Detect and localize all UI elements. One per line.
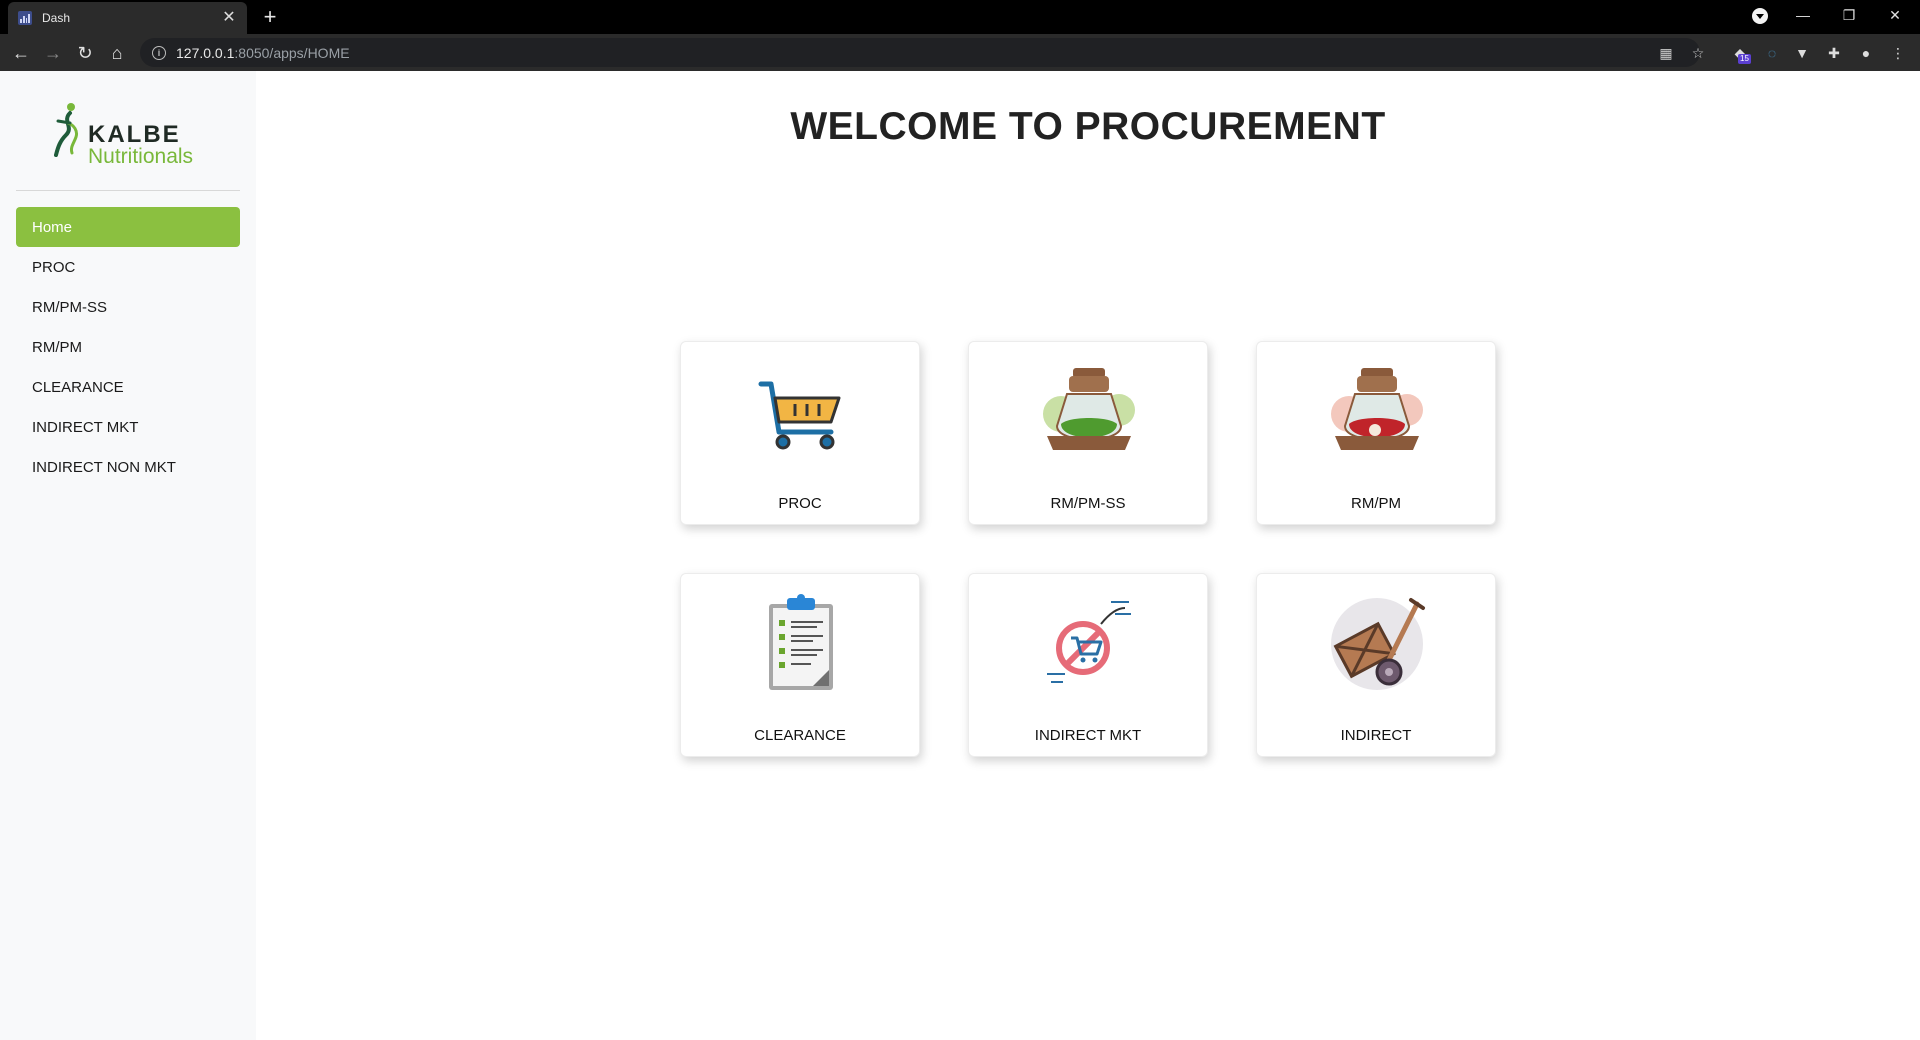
forward-icon[interactable]: →	[40, 40, 66, 66]
card-proc-label: PROC	[778, 495, 822, 512]
kalbe-logo: KALBE Nutritionals	[52, 101, 212, 173]
kalbe-figure-icon	[54, 103, 78, 157]
address-bar[interactable]: i 127.0.0.1:8050/apps/HOME ▦ ☆	[140, 38, 1704, 67]
new-tab-icon[interactable]: +	[259, 6, 281, 28]
browser-toolbar: ← → ↻ ⌂ i 127.0.0.1:8050/apps/HOME ▦ ☆ ◆…	[0, 34, 1920, 71]
card-indirect-mkt-label: INDIRECT MKT	[1034, 727, 1142, 744]
url-path: :8050/apps/HOME	[234, 44, 350, 61]
sidebar-item-rm-pm-ss[interactable]: RM/PM-SS	[16, 287, 240, 327]
restore-icon[interactable]: ❐	[1826, 0, 1872, 30]
reload-icon[interactable]: ↻	[72, 40, 98, 66]
card-indirect[interactable]: INDIRECT	[1256, 573, 1496, 757]
bookmark-star-icon[interactable]: ☆	[1690, 45, 1706, 61]
card-rm-pm[interactable]: RM/PM	[1256, 341, 1496, 525]
url-host: 127.0.0.1	[176, 44, 235, 61]
tab-close-icon[interactable]: ✕	[221, 10, 237, 26]
profile-avatar-icon[interactable]: ●	[1856, 43, 1876, 63]
sidebar-nav: Home PROC RM/PM-SS RM/PM CLEARANCE INDIR…	[16, 207, 240, 487]
browser-menu-icon[interactable]: ⋮	[1888, 43, 1908, 63]
browser-tab[interactable]: Dash ✕	[8, 2, 247, 34]
extensions-puzzle-icon[interactable]: ✚	[1824, 43, 1844, 63]
sidebar-item-home[interactable]: Home	[16, 207, 240, 247]
sidebar-item-indirect-non-mkt[interactable]: INDIRECT NON MKT	[16, 447, 240, 487]
card-clearance-label: CLEARANCE	[754, 727, 846, 744]
sidebar-item-proc[interactable]: PROC	[16, 247, 240, 287]
tab-title: Dash	[42, 11, 71, 25]
dash-favicon-icon	[18, 11, 32, 25]
card-clearance[interactable]: CLEARANCE	[680, 573, 920, 757]
page-title: WELCOME TO PROCUREMENT	[790, 105, 1386, 148]
browser-tabstrip: Dash ✕ + — ❐ ✕	[0, 0, 1920, 34]
extension-v-icon[interactable]: ▼	[1792, 43, 1812, 63]
red-spice-jar-icon	[1331, 368, 1423, 450]
media-control-icon[interactable]	[1752, 8, 1768, 24]
sidebar-item-clearance[interactable]: CLEARANCE	[16, 367, 240, 407]
sidebar-divider	[16, 190, 240, 191]
card-rm-pm-ss-label: RM/PM-SS	[1050, 495, 1126, 512]
card-indirect-label: INDIRECT	[1340, 727, 1412, 744]
shopping-cart-icon	[758, 381, 841, 450]
sidebar-item-rm-pm[interactable]: RM/PM	[16, 327, 240, 367]
extension-swirl-icon[interactable]: ◌	[1762, 43, 1782, 63]
extension-badge: 15	[1738, 54, 1751, 64]
main-content: WELCOME TO PROCUREMENT PROC RM/PM-SS RM/…	[256, 71, 1920, 1040]
back-icon[interactable]: ←	[8, 40, 34, 66]
sidebar-item-indirect-mkt[interactable]: INDIRECT MKT	[16, 407, 240, 447]
home-icon[interactable]: ⌂	[104, 40, 130, 66]
sidebar: KALBE Nutritionals Home PROC RM/PM-SS RM…	[0, 71, 256, 1040]
card-indirect-mkt[interactable]: INDIRECT MKT	[968, 573, 1208, 757]
clipboard-checklist-icon	[769, 594, 833, 690]
qr-code-icon[interactable]: ▦	[1658, 45, 1674, 61]
hand-truck-icon	[1331, 598, 1425, 690]
card-rm-pm-label: RM/PM	[1351, 495, 1401, 512]
green-spice-jar-icon	[1043, 368, 1135, 450]
card-rm-pm-ss[interactable]: RM/PM-SS	[968, 341, 1208, 525]
card-proc[interactable]: PROC	[680, 341, 920, 525]
fast-cart-icon	[1047, 601, 1131, 683]
minimize-icon[interactable]: —	[1780, 0, 1826, 30]
site-info-icon[interactable]: i	[152, 45, 166, 60]
logo-nutritionals-text: Nutritionals	[88, 145, 194, 168]
window-close-icon[interactable]: ✕	[1872, 0, 1918, 30]
